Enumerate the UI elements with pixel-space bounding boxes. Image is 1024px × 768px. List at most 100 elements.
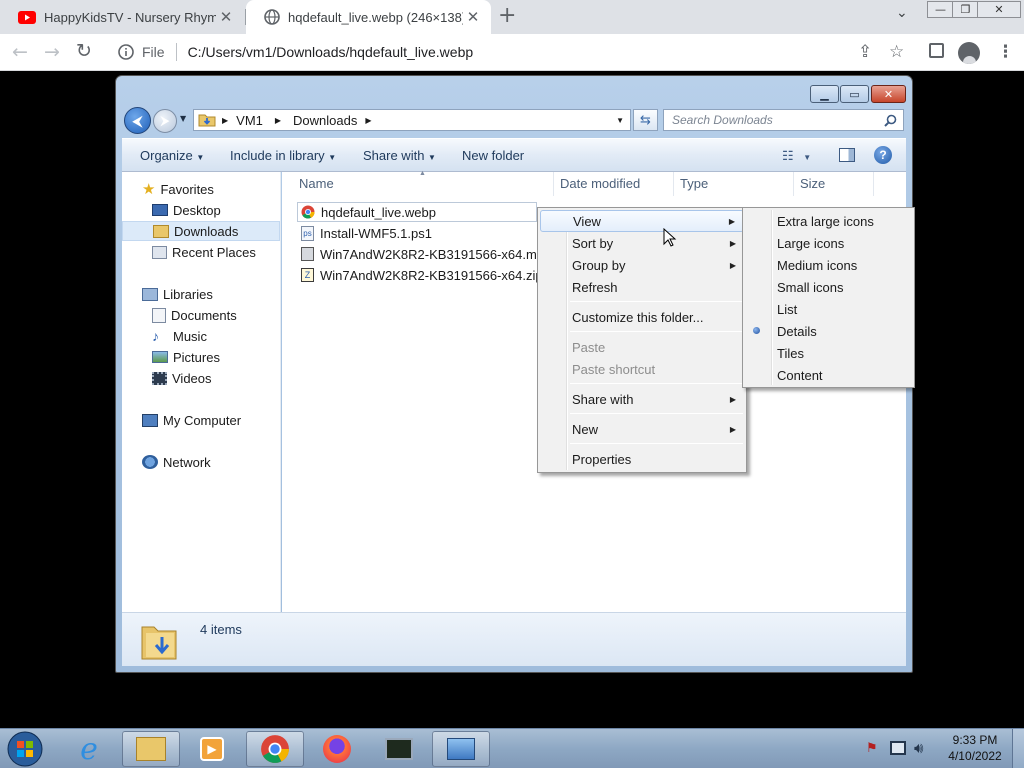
start-button[interactable]	[4, 729, 46, 768]
menu-item-new[interactable]: New ▶	[540, 418, 744, 440]
breadcrumb-item[interactable]: Downloads	[293, 113, 357, 128]
taskbar-control-panel[interactable]	[432, 731, 490, 767]
nav-label: Network	[163, 454, 211, 470]
nav-item-recent-places[interactable]: Recent Places	[122, 242, 280, 262]
view-option-large-icons[interactable]: Large icons	[745, 232, 912, 254]
column-header-size[interactable]: Size	[800, 176, 825, 191]
taskbar-internet-explorer[interactable]: e	[60, 731, 118, 767]
column-divider[interactable]	[793, 172, 794, 196]
new-tab-button[interactable]: +	[498, 3, 516, 28]
nav-item-music[interactable]: ♪ Music	[122, 326, 280, 346]
share-with-button[interactable]: Share with ▼	[363, 148, 436, 163]
restore-button[interactable]: ❐	[952, 1, 979, 18]
nav-item-videos[interactable]: Videos	[122, 368, 280, 388]
share-icon[interactable]: ⇪	[858, 42, 872, 62]
reload-icon[interactable]: ↻	[76, 40, 92, 62]
breadcrumb-item[interactable]: VM1	[236, 113, 263, 128]
breadcrumb-chevron-icon[interactable]: ▶	[222, 116, 228, 125]
menu-item-group-by[interactable]: Group by ▶	[540, 254, 744, 276]
explorer-maximize-button[interactable]: ▭	[840, 85, 869, 103]
explorer-minimize-button[interactable]: ▁	[810, 85, 839, 103]
file-row[interactable]: Z Win7AndW2K8R2-KB3191566-x64.zip	[301, 265, 543, 285]
view-option-medium-icons[interactable]: Medium icons	[745, 254, 912, 276]
taskbar-firefox[interactable]	[308, 731, 366, 767]
file-row[interactable]: ps Install-WMF5.1.ps1	[301, 223, 432, 243]
menu-label: Refresh	[572, 279, 618, 295]
address-bar[interactable]: File C:/Users/vm1/Downloads/hqdefault_li…	[106, 38, 914, 66]
search-input[interactable]: Search Downloads	[663, 109, 904, 131]
refresh-button[interactable]: ⇆	[633, 109, 658, 131]
column-divider[interactable]	[873, 172, 874, 196]
taskbar-chrome[interactable]	[246, 731, 304, 767]
organize-button[interactable]: Organize ▼	[140, 148, 204, 163]
file-row[interactable]: Win7AndW2K8R2-KB3191566-x64.msu	[301, 244, 551, 264]
nav-item-downloads[interactable]: Downloads	[122, 221, 280, 241]
breadcrumb-chevron-icon[interactable]: ▶	[275, 116, 281, 125]
column-divider[interactable]	[673, 172, 674, 196]
explorer-close-button[interactable]: ✕	[871, 85, 906, 103]
menu-item-customize-folder[interactable]: Customize this folder...	[540, 306, 744, 328]
nav-favorites[interactable]: ★ Favorites	[122, 179, 280, 199]
volume-icon[interactable]: 🔊︎	[914, 739, 923, 757]
side-panel-icon[interactable]	[929, 43, 944, 58]
column-header-date-modified[interactable]: Date modified	[560, 176, 640, 191]
taskbar-terminal[interactable]	[370, 731, 428, 767]
include-in-library-button[interactable]: Include in library ▼	[230, 148, 336, 163]
menu-item-properties[interactable]: Properties	[540, 448, 744, 470]
nav-libraries[interactable]: Libraries	[122, 284, 280, 304]
minimize-button[interactable]: —	[927, 1, 954, 18]
globe-icon	[264, 9, 280, 25]
tab-happykidstv[interactable]: HappyKidsTV - Nursery Rhymes ✕	[0, 0, 244, 34]
column-header-type[interactable]: Type	[680, 176, 708, 191]
taskbar-media-player[interactable]: ▶	[183, 731, 241, 767]
info-icon[interactable]	[118, 44, 134, 60]
tab-search-chevron-icon[interactable]: ⌄	[896, 5, 908, 21]
back-arrow-icon[interactable]: ←	[12, 41, 28, 63]
nav-network[interactable]: Network	[122, 452, 280, 472]
search-icon	[884, 114, 897, 127]
close-tab-icon[interactable]: ✕	[463, 8, 483, 26]
nav-my-computer[interactable]: My Computer	[122, 410, 280, 430]
column-divider[interactable]	[553, 172, 554, 196]
taskbar-windows-explorer[interactable]	[122, 731, 180, 767]
breadcrumb-history-chevron-icon[interactable]: ▼	[616, 116, 624, 125]
view-option-content[interactable]: Content	[745, 364, 912, 386]
nav-item-desktop[interactable]: Desktop	[122, 200, 280, 220]
tab-hqdefault[interactable]: hqdefault_live.webp (246×138) ✕	[246, 0, 491, 34]
show-desktop-button[interactable]	[1012, 729, 1024, 768]
menu-dots-icon[interactable]: ⋮	[997, 42, 1014, 62]
close-window-button[interactable]: ✕	[977, 1, 1021, 18]
column-header-name[interactable]: Name	[299, 176, 334, 191]
view-option-details[interactable]: Details	[745, 320, 912, 342]
system-clock[interactable]: 9:33 PM 4/10/2022	[940, 732, 1010, 764]
change-view-icon[interactable]: ☷ ▼	[782, 148, 811, 164]
breadcrumb[interactable]: ▶ VM1 ▶ Downloads ▶ ▼	[193, 109, 631, 131]
nav-item-pictures[interactable]: Pictures	[122, 347, 280, 367]
profile-avatar-icon[interactable]	[958, 42, 980, 64]
view-option-tiles[interactable]: Tiles	[745, 342, 912, 364]
preview-pane-icon[interactable]	[839, 148, 855, 162]
nav-item-documents[interactable]: Documents	[122, 305, 280, 325]
menu-item-refresh[interactable]: Refresh	[540, 276, 744, 298]
help-icon[interactable]: ?	[874, 146, 892, 164]
network-tray-icon[interactable]	[890, 741, 906, 755]
recent-pages-chevron-icon[interactable]: ▼	[180, 114, 186, 123]
forward-button[interactable]: ⮞	[153, 109, 177, 133]
flag-notification-icon[interactable]: ⚑	[866, 741, 878, 756]
new-folder-button[interactable]: New folder	[462, 148, 524, 163]
nav-label: Videos	[172, 370, 212, 386]
menu-item-share-with[interactable]: Share with ▶	[540, 388, 744, 410]
view-option-list[interactable]: List	[745, 298, 912, 320]
menu-item-view[interactable]: View ▶	[540, 210, 744, 232]
bookmark-star-icon[interactable]: ☆	[889, 42, 904, 62]
breadcrumb-chevron-icon[interactable]: ▶	[365, 116, 371, 125]
view-option-extra-large-icons[interactable]: Extra large icons	[745, 210, 912, 232]
forward-arrow-icon[interactable]: →	[44, 41, 60, 63]
menu-item-sort-by[interactable]: Sort by ▶	[540, 232, 744, 254]
back-button[interactable]: ⮜	[124, 107, 151, 134]
nav-label: Desktop	[173, 202, 221, 218]
view-option-small-icons[interactable]: Small icons	[745, 276, 912, 298]
downloads-folder-large-icon	[141, 626, 177, 660]
close-tab-icon[interactable]: ✕	[216, 8, 236, 26]
file-row[interactable]: hqdefault_live.webp	[297, 202, 537, 222]
